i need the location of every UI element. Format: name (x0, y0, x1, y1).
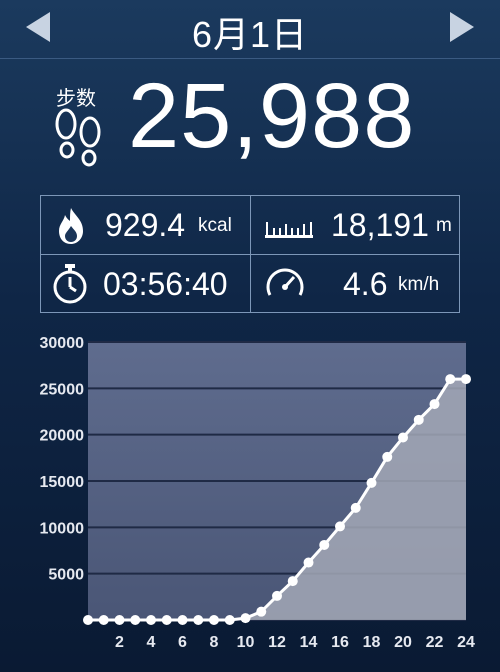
data-point (177, 615, 188, 625)
flame-icon (59, 208, 83, 244)
stats-grid: 929.4 kcal 18,191 m 03:56:40 4.6 km/h (40, 195, 460, 313)
x-tick-label: 14 (300, 634, 318, 651)
data-point (303, 557, 314, 568)
header: 6月1日 (0, 0, 500, 59)
y-tick-label: 25000 (40, 381, 85, 398)
steps-count: 25,988 (128, 65, 416, 167)
x-tick-label: 16 (331, 634, 349, 651)
data-point (130, 615, 141, 625)
data-point (272, 590, 282, 601)
data-point (350, 502, 361, 513)
calories-unit: kcal (198, 215, 232, 236)
calories-cell: 929.4 kcal (41, 196, 250, 254)
x-tick-label: 6 (178, 634, 187, 651)
y-tick-label: 5000 (48, 567, 84, 584)
data-point (209, 615, 219, 625)
x-tick-label: 10 (237, 634, 255, 651)
data-point (382, 451, 393, 462)
x-tick-label: 20 (394, 634, 412, 651)
duration-value: 03:56:40 (103, 266, 228, 302)
data-point (193, 615, 204, 625)
x-tick-label: 22 (426, 634, 444, 651)
speedometer-icon (266, 268, 304, 296)
distance-value: 18,191 (331, 207, 429, 243)
data-point (161, 615, 172, 625)
data-point (366, 477, 377, 488)
calories-value: 929.4 (105, 207, 186, 243)
data-point (398, 432, 408, 443)
data-point (146, 615, 156, 625)
y-tick-label: 20000 (40, 428, 85, 445)
data-point (445, 374, 456, 385)
data-point (114, 615, 125, 625)
distance-cell: 18,191 m (251, 196, 459, 254)
ruler-icon (265, 222, 313, 238)
data-point (240, 613, 251, 624)
x-tick-label: 2 (115, 634, 124, 651)
data-point (319, 539, 330, 550)
y-tick-label: 30000 (40, 335, 85, 352)
x-tick-label: 4 (147, 634, 156, 651)
data-point (461, 374, 471, 385)
footprints-icon (55, 108, 101, 167)
data-point (98, 615, 109, 625)
speed-unit: km/h (398, 274, 440, 295)
data-point (429, 399, 440, 410)
data-point (256, 606, 267, 617)
data-point (224, 615, 235, 625)
date-title: 6月1日 (191, 14, 309, 55)
steps-chart: 50001000015000200002500030000 2 4 6 8 10 12 14… (40, 335, 476, 651)
y-tick-label: 15000 (40, 474, 85, 491)
stopwatch-icon (53, 264, 87, 304)
next-day-arrow-icon[interactable] (450, 12, 474, 42)
data-point (413, 414, 424, 425)
y-tick-label: 10000 (40, 520, 85, 537)
data-point (83, 615, 93, 625)
data-point (287, 576, 298, 587)
x-tick-label: 8 (210, 634, 219, 651)
x-tick-label: 24 (457, 634, 475, 651)
speed-cell: 4.6 km/h (251, 255, 459, 313)
x-tick-label: 12 (268, 634, 286, 651)
steps-label: 步数 (56, 88, 96, 110)
duration-cell: 03:56:40 (41, 255, 250, 313)
speed-value: 4.6 (343, 266, 388, 302)
distance-unit: m (436, 215, 452, 236)
data-point (335, 521, 345, 532)
x-tick-label: 18 (363, 634, 381, 651)
